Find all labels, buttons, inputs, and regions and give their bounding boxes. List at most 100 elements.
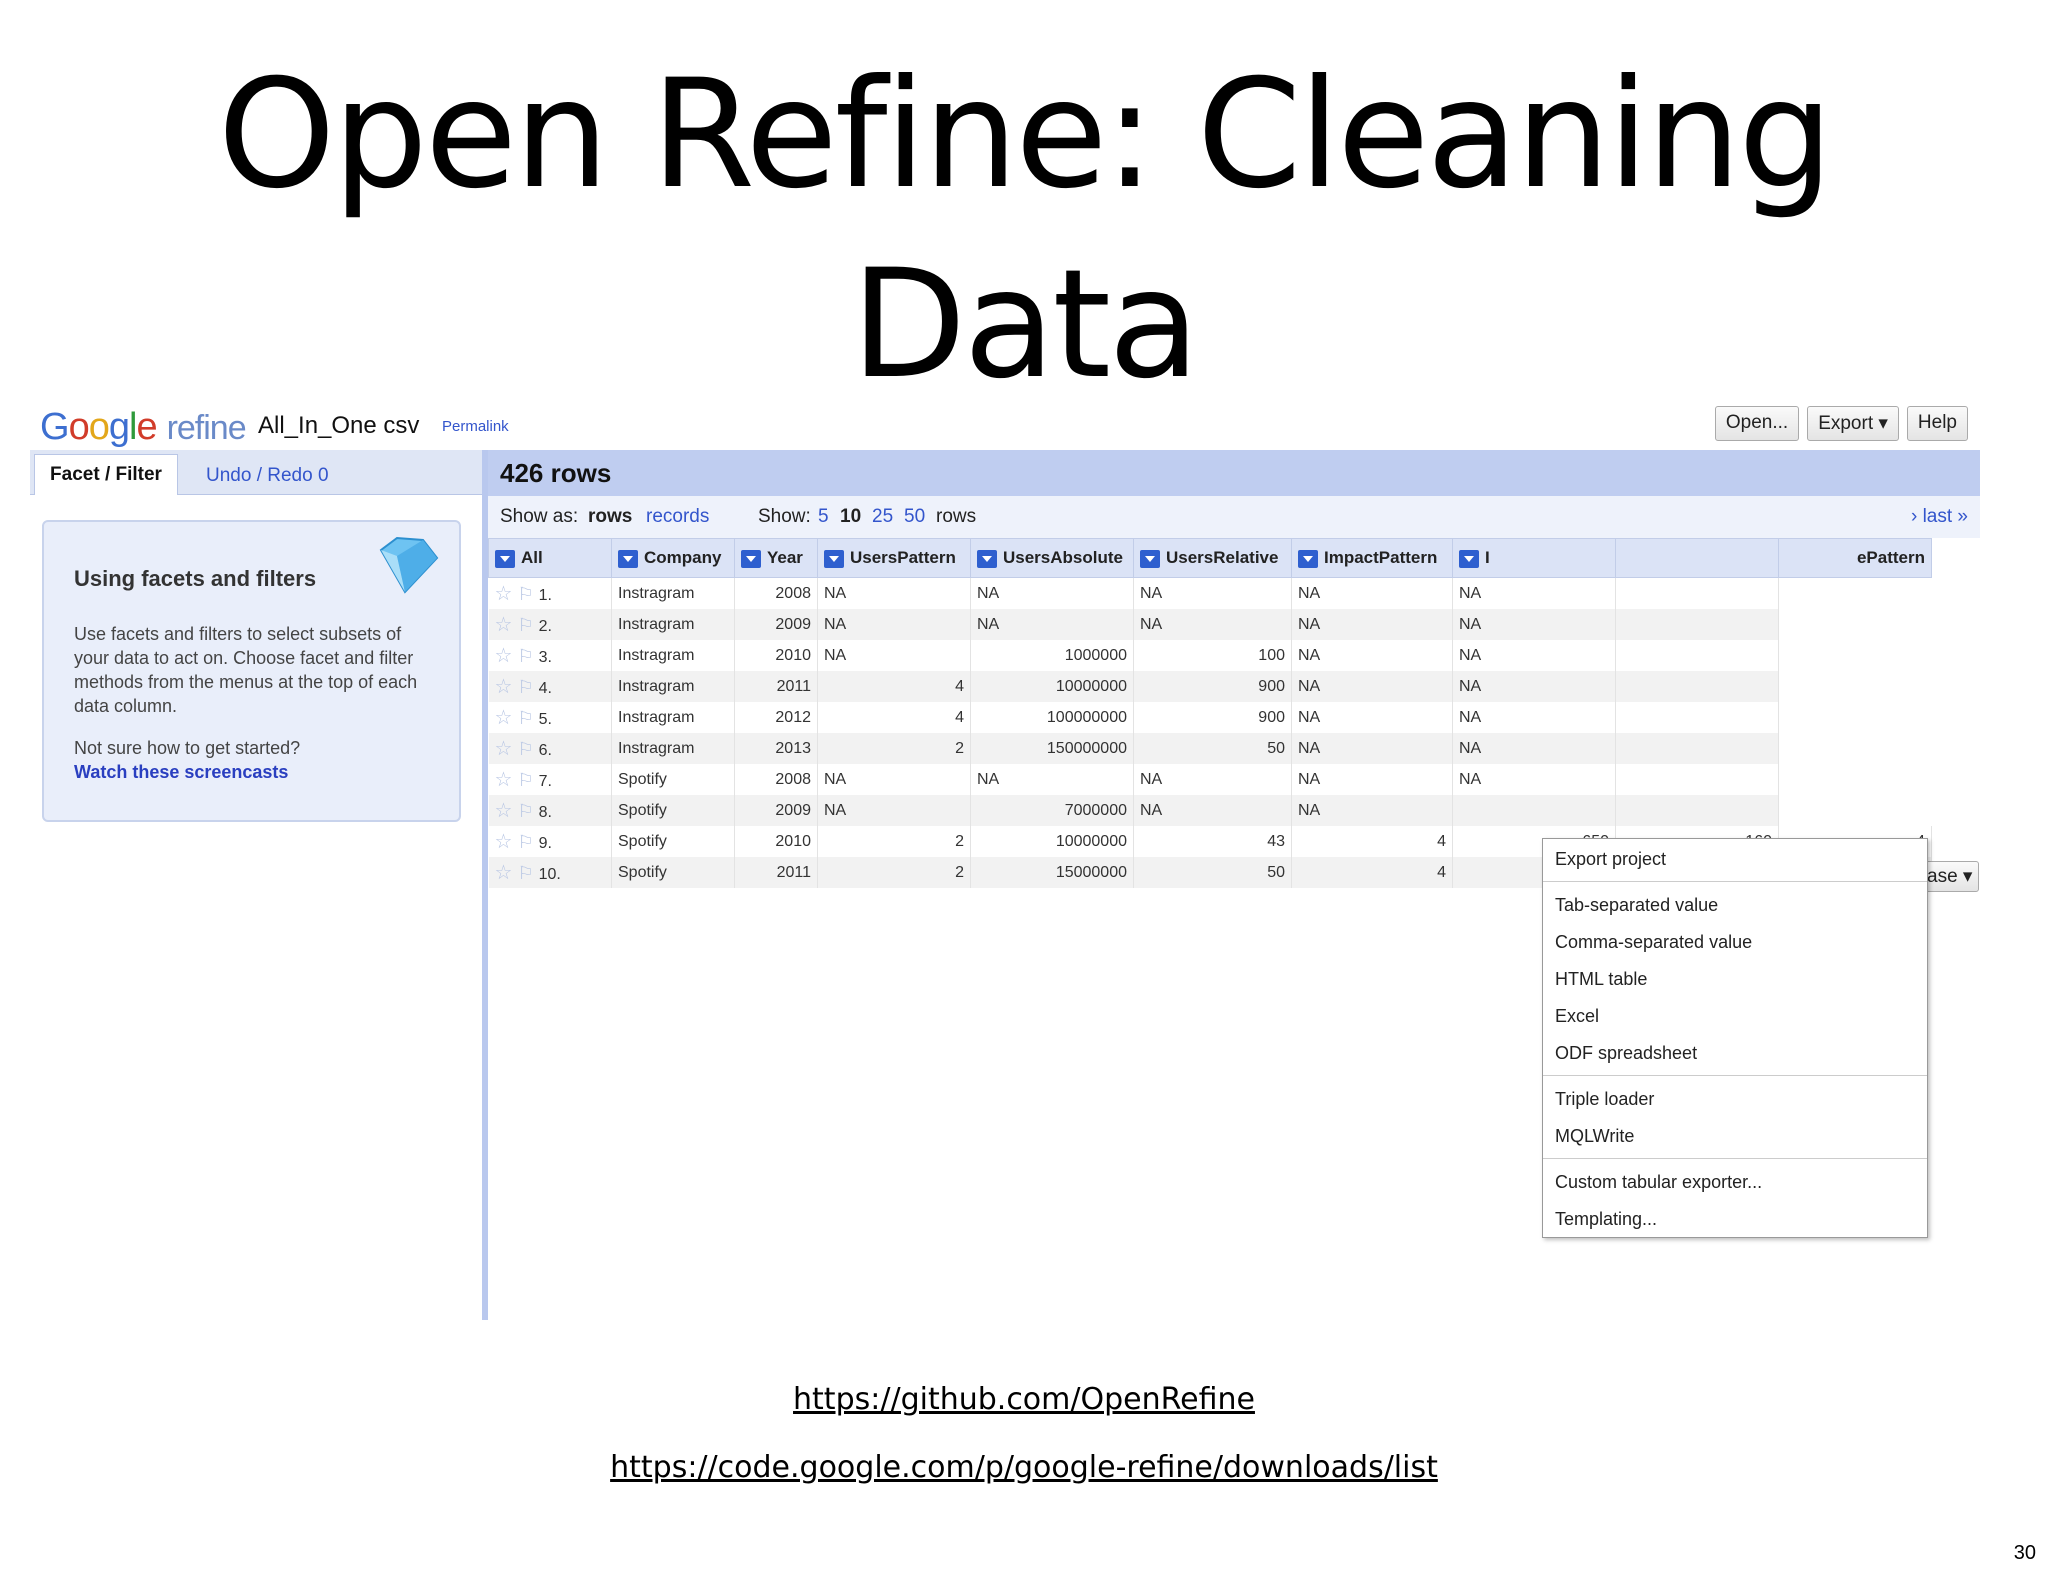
extensions-combo[interactable]: ase ▾ (1920, 861, 1980, 892)
project-name[interactable]: All_In_One csv (258, 412, 419, 440)
table-cell[interactable] (1615, 795, 1779, 826)
dropdown-arrow-icon[interactable] (618, 549, 638, 568)
show-as-records[interactable]: records (646, 506, 709, 528)
menu-templating[interactable]: Templating... (1555, 1209, 1657, 1230)
table-cell[interactable] (1615, 702, 1779, 733)
table-cell[interactable]: NA (1133, 609, 1292, 640)
flag-icon[interactable]: ⚐ (512, 615, 538, 635)
table-cell[interactable]: NA (1291, 702, 1453, 733)
menu-odf[interactable]: ODF spreadsheet (1555, 1043, 1697, 1064)
table-cell[interactable]: NA (1133, 764, 1292, 795)
star-icon[interactable]: ☆ (495, 738, 513, 760)
table-cell[interactable]: NA (1133, 795, 1292, 826)
table-cell[interactable] (1615, 764, 1779, 795)
table-cell[interactable]: Spotify (611, 764, 735, 795)
table-cell[interactable]: Instragram (611, 702, 735, 733)
table-cell[interactable]: 2010 (734, 640, 818, 671)
table-cell[interactable]: 2013 (734, 733, 818, 764)
table-cell[interactable]: 10000000 (970, 826, 1134, 857)
table-cell[interactable]: NA (1291, 609, 1453, 640)
table-cell[interactable]: 900 (1133, 702, 1292, 733)
table-cell[interactable]: NA (1452, 640, 1616, 671)
table-cell[interactable]: 1000000 (970, 640, 1134, 671)
table-cell[interactable] (1615, 671, 1779, 702)
col-all[interactable]: All (488, 538, 612, 578)
table-cell[interactable]: NA (817, 764, 971, 795)
table-cell[interactable]: 4 (817, 702, 971, 733)
table-cell[interactable]: NA (1291, 577, 1453, 609)
table-cell[interactable]: 50 (1133, 857, 1292, 888)
table-cell[interactable]: NA (970, 764, 1134, 795)
table-cell[interactable]: 150000000 (970, 733, 1134, 764)
table-cell[interactable]: NA (970, 609, 1134, 640)
table-cell[interactable]: Instragram (611, 671, 735, 702)
dropdown-arrow-icon[interactable] (495, 549, 515, 568)
table-cell[interactable]: 100000000 (970, 702, 1134, 733)
dropdown-arrow-icon[interactable] (1140, 549, 1160, 568)
col-company[interactable]: Company (611, 538, 735, 578)
table-cell[interactable]: NA (817, 795, 971, 826)
table-cell[interactable]: NA (1452, 671, 1616, 702)
table-cell[interactable] (1452, 795, 1616, 826)
tab-facet-filter[interactable]: Facet / Filter (34, 454, 178, 495)
export-button[interactable]: Export ▾ (1807, 406, 1899, 441)
table-cell[interactable]: NA (1452, 764, 1616, 795)
table-cell[interactable]: 2010 (734, 826, 818, 857)
table-cell[interactable]: NA (1291, 640, 1453, 671)
col-usersabsolute[interactable]: UsersAbsolute (970, 538, 1134, 578)
table-cell[interactable]: 4 (817, 671, 971, 702)
flag-icon[interactable]: ⚐ (512, 708, 538, 728)
flag-icon[interactable]: ⚐ (512, 677, 538, 697)
google-refine-logo[interactable]: Google refine (40, 406, 247, 449)
flag-icon[interactable]: ⚐ (512, 863, 538, 883)
flag-icon[interactable]: ⚐ (512, 770, 538, 790)
table-cell[interactable]: 2012 (734, 702, 818, 733)
table-cell[interactable]: 2 (817, 733, 971, 764)
flag-icon[interactable]: ⚐ (512, 801, 538, 821)
table-cell[interactable]: Instragram (611, 640, 735, 671)
table-cell[interactable]: Spotify (611, 795, 735, 826)
star-icon[interactable]: ☆ (495, 645, 513, 667)
table-cell[interactable]: 900 (1133, 671, 1292, 702)
table-cell[interactable]: 43 (1133, 826, 1292, 857)
show-option-50[interactable]: 50 (904, 506, 925, 528)
table-cell[interactable]: NA (1291, 764, 1453, 795)
menu-custom-exporter[interactable]: Custom tabular exporter... (1555, 1172, 1762, 1193)
table-cell[interactable]: NA (817, 640, 971, 671)
table-cell[interactable]: 2011 (734, 671, 818, 702)
table-cell[interactable]: 7000000 (970, 795, 1134, 826)
star-icon[interactable]: ☆ (495, 831, 513, 853)
flag-icon[interactable]: ⚐ (512, 832, 538, 852)
table-cell[interactable]: NA (1452, 702, 1616, 733)
table-cell[interactable]: 10000000 (970, 671, 1134, 702)
table-cell[interactable]: 2009 (734, 609, 818, 640)
table-cell[interactable]: Instragram (611, 733, 735, 764)
table-cell[interactable]: NA (1452, 609, 1616, 640)
table-cell[interactable]: 2011 (734, 857, 818, 888)
show-as-rows[interactable]: rows (588, 506, 632, 528)
dropdown-arrow-icon[interactable] (741, 549, 761, 568)
table-cell[interactable]: NA (1291, 795, 1453, 826)
table-cell[interactable]: NA (817, 609, 971, 640)
star-icon[interactable]: ☆ (495, 583, 513, 605)
col-year[interactable]: Year (734, 538, 818, 578)
table-cell[interactable]: NA (1452, 733, 1616, 764)
last-page-link[interactable]: › last » (1911, 506, 1968, 528)
show-option-25[interactable]: 25 (872, 506, 893, 528)
table-cell[interactable]: 2008 (734, 577, 818, 609)
table-cell[interactable]: Instragram (611, 609, 735, 640)
table-cell[interactable]: 2 (817, 857, 971, 888)
col-i[interactable]: I (1452, 538, 1616, 578)
table-cell[interactable]: 15000000 (970, 857, 1134, 888)
dropdown-arrow-icon[interactable] (1459, 549, 1479, 568)
table-cell[interactable] (1615, 609, 1779, 640)
menu-csv[interactable]: Comma-separated value (1555, 932, 1752, 953)
flag-icon[interactable]: ⚐ (512, 739, 538, 759)
table-cell[interactable]: NA (1133, 577, 1292, 609)
github-url-link[interactable]: https://github.com/OpenRefine (0, 1382, 2048, 1417)
table-cell[interactable]: 2008 (734, 764, 818, 795)
open-button[interactable]: Open... (1714, 406, 1800, 441)
table-cell[interactable]: NA (1291, 733, 1453, 764)
table-cell[interactable]: Spotify (611, 857, 735, 888)
col-impactpattern[interactable]: ImpactPattern (1291, 538, 1453, 578)
